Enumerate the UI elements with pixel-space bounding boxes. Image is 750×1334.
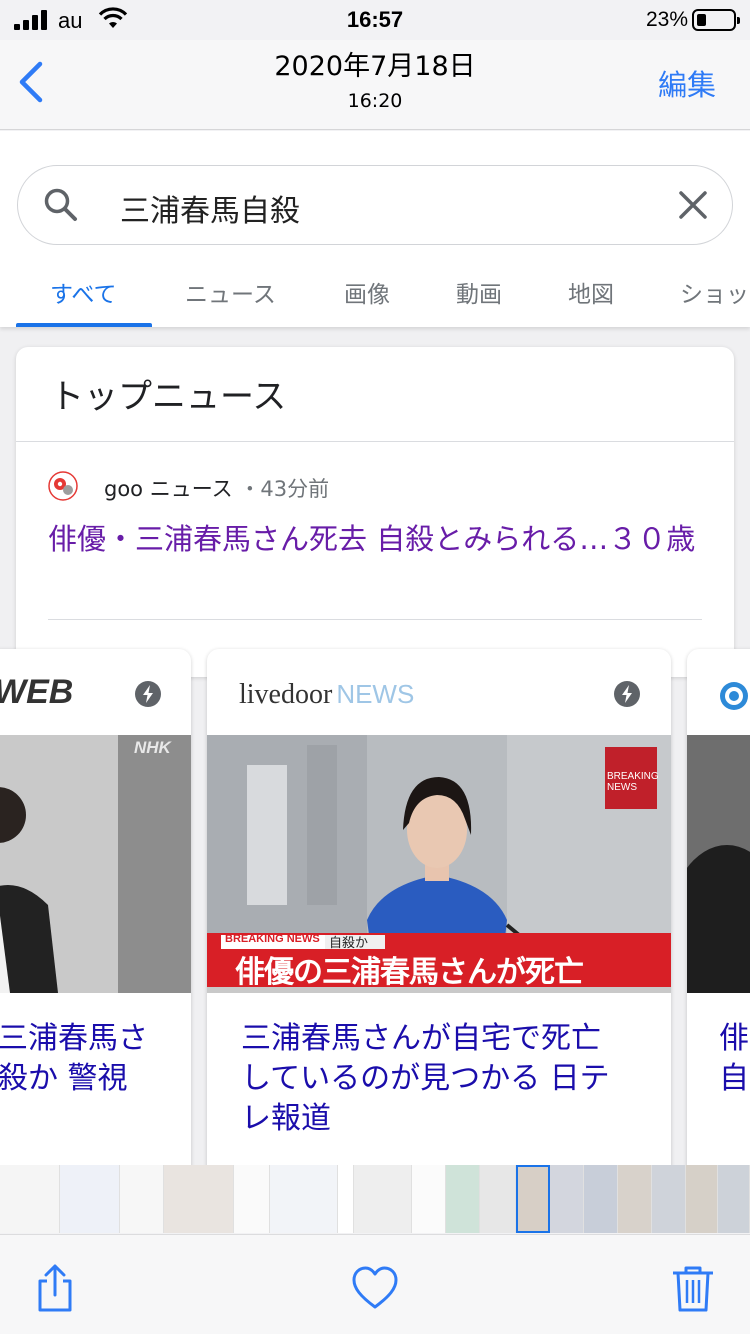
photo-thumbnail[interactable] bbox=[412, 1165, 446, 1233]
heart-icon[interactable] bbox=[350, 1263, 400, 1313]
amp-bolt-icon bbox=[614, 681, 640, 707]
breaking-news-tag: BREAKING NEWS bbox=[225, 933, 320, 945]
photo-thumbnail[interactable] bbox=[652, 1165, 686, 1233]
photo-content: 三浦春馬自殺 すべて ニュース 画像 動画 地図 ショッ トップニュース goo… bbox=[0, 131, 750, 1165]
tab-shopping[interactable]: ショッ bbox=[680, 275, 749, 309]
top-news-card: トップニュース goo ニュース ・43分前 俳優・三浦春馬さん死去 自殺とみら… bbox=[16, 347, 734, 677]
photo-thumbnail[interactable] bbox=[270, 1165, 338, 1233]
active-tab-indicator bbox=[16, 323, 152, 327]
photo-thumbnail[interactable] bbox=[0, 1165, 60, 1233]
headline-line: 三浦春馬さ bbox=[0, 1021, 148, 1056]
tab-all[interactable]: すべて bbox=[50, 275, 116, 309]
breaking-news-corner: BREAKING NEWS bbox=[607, 771, 659, 793]
google-header: 三浦春馬自殺 すべて ニュース 画像 動画 地図 ショッ bbox=[0, 131, 750, 327]
news-carousel-headline[interactable]: 俳 自 bbox=[719, 1019, 750, 1099]
divider bbox=[48, 619, 702, 620]
goo-news-logo-icon bbox=[48, 471, 78, 501]
news-source-logo-icon bbox=[720, 682, 748, 710]
tab-images[interactable]: 画像 bbox=[344, 275, 390, 309]
photo-thumbnail[interactable] bbox=[480, 1165, 516, 1233]
tab-news[interactable]: ニュース bbox=[185, 275, 276, 309]
news-source: goo ニュース ・43分前 bbox=[104, 473, 329, 503]
news-carousel-card[interactable]: livedoor NEWS BREAKING NEWS 自殺か 俳優の三浦春馬さ… bbox=[207, 649, 671, 1165]
news-source-name: goo ニュース bbox=[104, 477, 233, 501]
thumbnail-strip[interactable] bbox=[0, 1165, 750, 1233]
photo-thumbnail[interactable] bbox=[120, 1165, 164, 1233]
search-icon[interactable] bbox=[42, 186, 80, 224]
news-thumbnail-image bbox=[687, 735, 750, 993]
nhk-web-logo: WEB bbox=[0, 673, 74, 711]
photo-thumbnail[interactable] bbox=[234, 1165, 270, 1233]
nhk-watermark: NHK bbox=[134, 738, 173, 757]
news-carousel-card[interactable]: 俳 自 bbox=[687, 649, 750, 1165]
clock: 16:57 bbox=[346, 7, 404, 32]
tab-videos[interactable]: 動画 bbox=[456, 275, 502, 309]
photo-date: 2020年7月18日 bbox=[274, 51, 476, 82]
headline-line: 自 bbox=[719, 1061, 749, 1096]
photo-thumbnail[interactable] bbox=[718, 1165, 750, 1233]
status-bar: au 16:57 23% bbox=[0, 0, 750, 40]
edit-button[interactable]: 編集 bbox=[658, 62, 716, 104]
search-tabs: すべて ニュース 画像 動画 地図 ショッ bbox=[0, 271, 750, 327]
photo-thumbnail[interactable] bbox=[584, 1165, 618, 1233]
search-input[interactable]: 三浦春馬自殺 bbox=[120, 186, 300, 230]
headline-line: 俳 bbox=[719, 1021, 749, 1056]
photo-thumbnail[interactable] bbox=[550, 1165, 584, 1233]
livedoor-news-logo: livedoor NEWS bbox=[239, 679, 414, 711]
news-thumbnail-image: NHK bbox=[0, 735, 191, 993]
photo-thumbnail[interactable] bbox=[60, 1165, 120, 1233]
news-carousel-card[interactable]: WEB NHK 三浦春馬さ 殺か 警視 bbox=[0, 649, 191, 1165]
breaking-news-headline: 俳優の三浦春馬さんが死亡 bbox=[235, 955, 584, 990]
news-headline-link[interactable]: 俳優・三浦春馬さん死去 自殺とみられる…３０歳 bbox=[48, 519, 708, 559]
top-news-title: トップニュース bbox=[50, 377, 287, 417]
headline-line: 三浦春馬さんが自宅で死亡 bbox=[241, 1021, 601, 1056]
photo-thumbnail[interactable] bbox=[164, 1165, 234, 1233]
close-icon[interactable] bbox=[676, 188, 710, 222]
photos-viewer: au 16:57 23% 2020年7月18日 16:20 編集 三浦春馬自殺 … bbox=[0, 0, 750, 1334]
bottom-toolbar bbox=[0, 1234, 750, 1334]
photo-thumbnail[interactable] bbox=[338, 1165, 354, 1233]
news-logo-text: NEWS bbox=[336, 679, 415, 709]
headline-line: 殺か 警視 bbox=[0, 1061, 128, 1096]
livedoor-logo-text: livedoor bbox=[239, 679, 333, 710]
photo-time: 16:20 bbox=[347, 90, 403, 112]
battery-icon bbox=[692, 9, 740, 31]
divider bbox=[16, 441, 734, 442]
photo-thumbnail[interactable] bbox=[618, 1165, 652, 1233]
photo-thumbnail[interactable] bbox=[446, 1165, 480, 1233]
photo-thumbnail[interactable] bbox=[686, 1165, 718, 1233]
news-age: ・43分前 bbox=[239, 477, 330, 501]
news-carousel-headline[interactable]: 三浦春馬さんが自宅で死亡 しているのが見つかる 日テ レ報道 bbox=[241, 1019, 661, 1139]
news-thumbnail-image: BREAKING NEWS 自殺か 俳優の三浦春馬さんが死亡 BREAKING … bbox=[207, 735, 671, 993]
trash-icon[interactable] bbox=[668, 1263, 718, 1313]
headline-line: レ報道 bbox=[241, 1101, 331, 1136]
news-carousel-headline[interactable]: 三浦春馬さ 殺か 警視 bbox=[0, 1019, 188, 1099]
photo-thumbnail-current[interactable] bbox=[516, 1165, 550, 1233]
headline-line: しているのが見つかる 日テ bbox=[241, 1061, 610, 1096]
share-icon[interactable] bbox=[30, 1263, 80, 1313]
amp-bolt-icon bbox=[135, 681, 161, 707]
search-box[interactable]: 三浦春馬自殺 bbox=[17, 165, 733, 245]
photos-nav-bar: 2020年7月18日 16:20 編集 bbox=[0, 40, 750, 130]
photo-thumbnail[interactable] bbox=[354, 1165, 412, 1233]
tab-maps[interactable]: 地図 bbox=[568, 275, 614, 309]
battery-percent: 23% bbox=[645, 8, 688, 31]
